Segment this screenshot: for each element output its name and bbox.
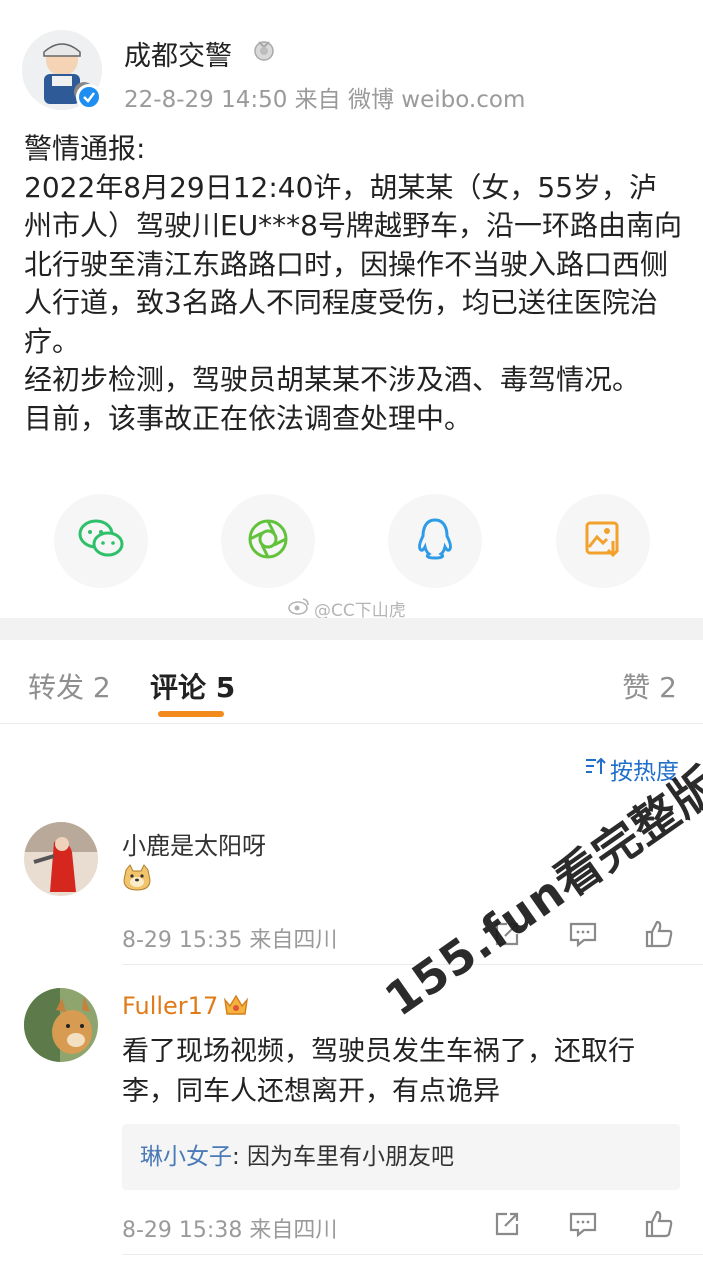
share-qq-button[interactable] <box>388 494 482 588</box>
post-meta: 22-8-29 14:50 来自 微博 weibo.com <box>124 87 526 113</box>
post-line: 经初步检测，驾驶员胡某某不涉及酒、毒驾情况。 <box>24 363 641 396</box>
share-icon[interactable] <box>491 1208 523 1240</box>
verified-badge-icon <box>76 84 102 110</box>
share-moments-button[interactable] <box>221 494 315 588</box>
crown-badge-icon[interactable] <box>222 992 250 1022</box>
reply-icon[interactable] <box>567 918 599 950</box>
tab-comments[interactable]: 评论 5 <box>150 666 235 706</box>
author-name[interactable]: 成都交警 <box>124 34 232 73</box>
like-icon[interactable] <box>643 1208 675 1240</box>
post-line: 目前，该事故正在依法调查处理中。 <box>24 401 473 435</box>
tab-repost[interactable]: 转发 2 <box>28 666 111 706</box>
qq-icon <box>415 516 455 566</box>
doge-emoji-icon <box>122 864 152 896</box>
commenter-name[interactable]: Fuller17 <box>122 992 218 1020</box>
share-row <box>0 494 703 588</box>
post-body: 警情通报: 2022年8月29日12:40许，胡某某（女，55岁，泸州市人）驾驶… <box>24 130 684 438</box>
comment-divider <box>122 1254 703 1255</box>
sort-icon <box>584 756 606 782</box>
save-image-button[interactable] <box>556 494 650 588</box>
weibo-post: 成都交警 22-8-29 14:50 来自 微博 weibo.com 警情通报:… <box>0 0 703 621</box>
section-divider <box>0 618 703 640</box>
active-tab-indicator <box>158 711 224 717</box>
medal-icon[interactable] <box>252 38 276 62</box>
overlay-watermark: 155.fun看完整版 <box>375 756 703 1027</box>
reply-icon[interactable] <box>567 1208 599 1240</box>
comment-time: 8-29 15:35 来自四川 <box>122 928 338 953</box>
comment-text: 看了现场视频，驾驶员发生车祸了，还取行李，同车人还想离开，有点诡异 <box>122 1036 635 1107</box>
commenter-avatar[interactable] <box>24 988 98 1062</box>
moments-icon <box>246 517 290 565</box>
reply-text: : 因为车里有小朋友吧 <box>232 1144 455 1170</box>
like-icon[interactable] <box>643 918 675 950</box>
share-wechat-button[interactable] <box>54 494 148 588</box>
comment-actions <box>491 1208 675 1240</box>
comment-time: 8-29 15:38 来自四川 <box>122 1218 338 1243</box>
post-line: 2022年8月29日12:40许，胡某某（女，55岁，泸州市人）驾驶川EU***… <box>24 170 683 358</box>
post-line: 警情通报: <box>24 132 146 165</box>
commenter-avatar[interactable] <box>24 822 98 896</box>
weibo-logo-icon <box>288 597 310 620</box>
reply-preview[interactable]: 琳小女子: 因为车里有小朋友吧 <box>122 1124 680 1190</box>
wechat-icon <box>77 518 125 564</box>
save-image-icon <box>583 519 623 563</box>
reply-user[interactable]: 琳小女子 <box>140 1144 232 1170</box>
tab-bar: 转发 2 评论 5 赞 2 <box>0 640 703 724</box>
commenter-name[interactable]: 小鹿是太阳呀 <box>122 826 266 861</box>
tab-likes[interactable]: 赞 2 <box>622 666 677 706</box>
